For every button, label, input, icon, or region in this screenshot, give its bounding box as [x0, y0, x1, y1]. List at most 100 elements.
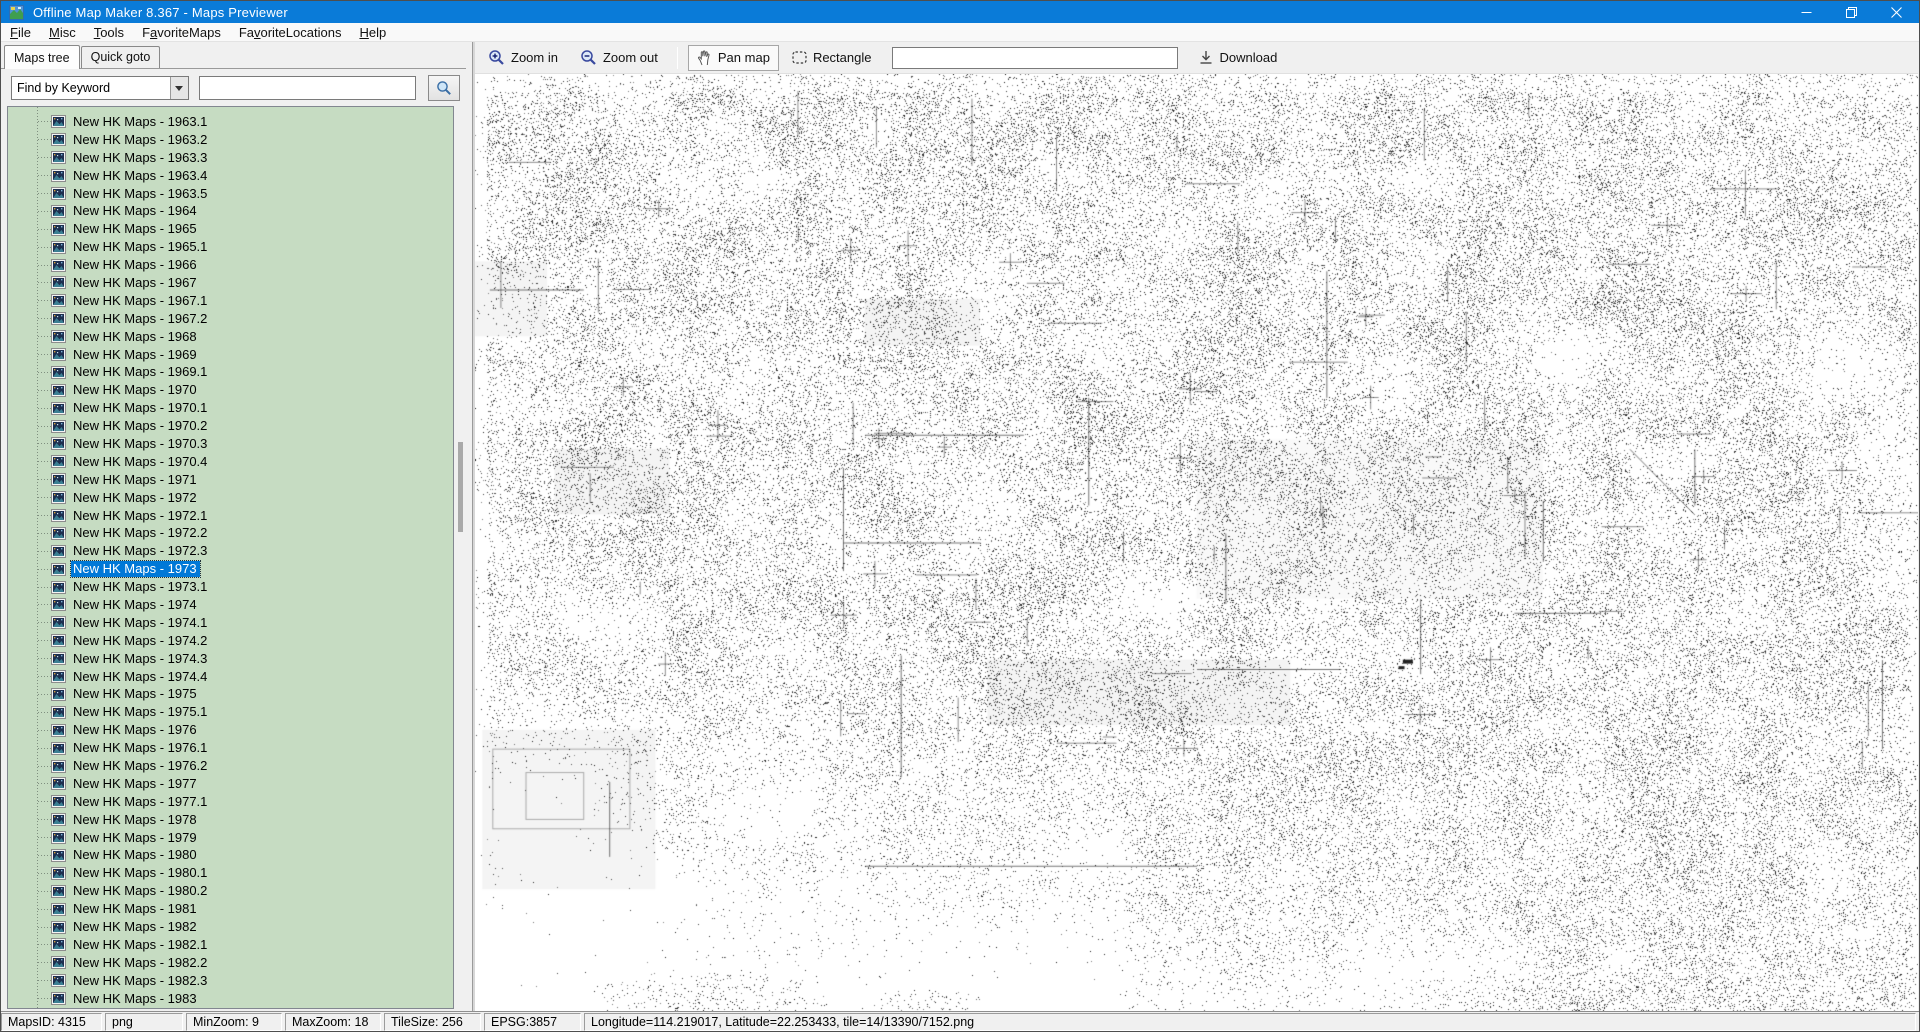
tree-item[interactable]: New HK Maps - 1963.3 — [8, 149, 453, 167]
tree-item[interactable]: New HK Maps - 1970.3 — [8, 435, 453, 453]
menu-favoritemaps[interactable]: FavoriteMaps — [133, 23, 230, 42]
tree-item[interactable]: New HK Maps - 1971 — [8, 471, 453, 489]
search-button[interactable] — [428, 75, 460, 101]
tree-item[interactable]: New HK Maps - 1978 — [8, 811, 453, 829]
tree-item[interactable]: New HK Maps - 1980.2 — [8, 882, 453, 900]
map-thumbnail-icon — [51, 724, 66, 737]
tree-item[interactable]: New HK Maps - 1979 — [8, 829, 453, 847]
map-view[interactable] — [475, 74, 1918, 1011]
tree-branch-line — [38, 211, 51, 212]
tree-item-label: New HK Maps - 1963.3 — [71, 150, 210, 166]
coordinate-input[interactable] — [892, 47, 1178, 69]
tree-item[interactable]: New HK Maps - 1974.4 — [8, 668, 453, 686]
tree-item[interactable]: New HK Maps - 1973 — [8, 560, 453, 578]
tree-scrollbar[interactable] — [458, 106, 463, 1007]
menu-help[interactable]: Help — [350, 23, 395, 42]
menu-file[interactable]: File — [1, 23, 40, 42]
keyword-input[interactable] — [199, 76, 417, 100]
map-thumbnail-icon — [51, 813, 66, 826]
tree-branch-line — [38, 944, 51, 945]
tree-item[interactable]: New HK Maps - 1970.4 — [8, 453, 453, 471]
tree-item[interactable]: New HK Maps - 1972.3 — [8, 542, 453, 560]
tree-item[interactable]: New HK Maps - 1982.3 — [8, 972, 453, 990]
tree-item[interactable]: New HK Maps - 1976.2 — [8, 757, 453, 775]
menu-misc[interactable]: Misc — [40, 23, 85, 42]
tree-item[interactable]: New HK Maps - 1967 — [8, 274, 453, 292]
tree-item[interactable]: New HK Maps - 1963.2 — [8, 131, 453, 149]
zoom-in-button[interactable]: Zoom in — [479, 44, 567, 71]
map-thumbnail-icon — [51, 795, 66, 808]
tree-item[interactable]: New HK Maps - 1975 — [8, 686, 453, 704]
dropdown-button[interactable] — [170, 77, 188, 99]
rectangle-button[interactable]: Rectangle — [783, 45, 881, 70]
map-thumbnail-icon — [51, 527, 66, 540]
close-button[interactable] — [1874, 1, 1919, 23]
tree-item[interactable]: New HK Maps - 1977.1 — [8, 793, 453, 811]
tree-item[interactable]: New HK Maps - 1982.2 — [8, 954, 453, 972]
map-canvas[interactable] — [475, 74, 1918, 1011]
tree-item-label: New HK Maps - 1964 — [71, 203, 200, 219]
tree-item[interactable]: New HK Maps - 1970 — [8, 381, 453, 399]
tree-item[interactable]: New HK Maps - 1969.1 — [8, 363, 453, 381]
tree-item[interactable]: New HK Maps - 1980 — [8, 847, 453, 865]
map-thumbnail-icon — [51, 706, 66, 719]
tree-item[interactable]: New HK Maps - 1965.1 — [8, 238, 453, 256]
tree-item[interactable]: New HK Maps - 1974 — [8, 596, 453, 614]
tree-item[interactable]: New HK Maps - 1980.1 — [8, 864, 453, 882]
tree-branch-line — [38, 479, 51, 480]
tree-item[interactable]: New HK Maps - 1968 — [8, 328, 453, 346]
tree-item[interactable]: New HK Maps - 1973.1 — [8, 578, 453, 596]
tab-quick-goto[interactable]: Quick goto — [81, 46, 161, 68]
menu-favoritelocations[interactable]: FavoriteLocations — [230, 23, 351, 42]
zoom-out-button[interactable]: Zoom out — [571, 44, 667, 71]
tree-item[interactable]: New HK Maps - 1970.2 — [8, 417, 453, 435]
tree-item[interactable]: New HK Maps - 1963.4 — [8, 167, 453, 185]
toolbar-separator — [677, 47, 678, 69]
map-thumbnail-icon — [51, 634, 66, 647]
tree-item-label: New HK Maps - 1969.1 — [71, 364, 210, 380]
tree-item[interactable]: New HK Maps - 1974.1 — [8, 614, 453, 632]
tree-item-label: New HK Maps - 1974 — [71, 597, 200, 613]
tree-item[interactable]: New HK Maps - 1967.2 — [8, 310, 453, 328]
tree-scrollbar-thumb[interactable] — [458, 442, 463, 532]
tree-item[interactable]: New HK Maps - 1964 — [8, 202, 453, 220]
map-thumbnail-icon — [51, 384, 66, 397]
tree-item[interactable]: New HK Maps - 1974.3 — [8, 650, 453, 668]
pan-map-button[interactable]: Pan map — [688, 45, 779, 71]
tree-branch-line — [38, 354, 51, 355]
find-mode-dropdown[interactable]: Find by Keyword — [11, 76, 189, 100]
tree-item[interactable]: New HK Maps - 1976.1 — [8, 739, 453, 757]
tree-item[interactable]: New HK Maps - 1972.1 — [8, 507, 453, 525]
tree-branch-line — [38, 909, 51, 910]
tree-item[interactable]: New HK Maps - 1974.2 — [8, 632, 453, 650]
tree-item[interactable]: New HK Maps - 1965 — [8, 220, 453, 238]
status-segment: Longitude=114.219017, Latitude=22.253433… — [584, 1013, 1916, 1031]
tree-item[interactable]: New HK Maps - 1981 — [8, 900, 453, 918]
tree-item[interactable]: New HK Maps - 1982 — [8, 918, 453, 936]
tree-item[interactable]: New HK Maps - 1983 — [8, 990, 453, 1008]
tree-item-label: New HK Maps - 1967.2 — [71, 311, 210, 327]
tree-item[interactable]: New HK Maps - 1963.1 — [8, 113, 453, 131]
tree-item[interactable]: New HK Maps - 1963.5 — [8, 185, 453, 203]
download-button[interactable]: Download — [1190, 45, 1286, 70]
tree-item-label: New HK Maps - 1968 — [71, 329, 200, 345]
tree-item[interactable]: New HK Maps - 1975.1 — [8, 703, 453, 721]
tree-item[interactable]: New HK Maps - 1972 — [8, 489, 453, 507]
status-segment: EPSG:3857 — [484, 1013, 581, 1031]
tree-item[interactable]: New HK Maps - 1966 — [8, 256, 453, 274]
tree-item[interactable]: New HK Maps - 1967.1 — [8, 292, 453, 310]
map-thumbnail-icon — [51, 974, 66, 987]
tab-maps-tree[interactable]: Maps tree — [4, 45, 80, 69]
tree-item[interactable]: New HK Maps - 1977 — [8, 775, 453, 793]
tree-item[interactable]: New HK Maps - 1970.1 — [8, 399, 453, 417]
tree-item[interactable]: New HK Maps - 1972.2 — [8, 524, 453, 542]
menu-tools[interactable]: Tools — [85, 23, 133, 42]
tree-item-label: New HK Maps - 1970.3 — [71, 436, 210, 452]
restore-button[interactable] — [1829, 1, 1874, 23]
tree-item-label: New HK Maps - 1975.1 — [71, 704, 210, 720]
tree-item[interactable]: New HK Maps - 1976 — [8, 721, 453, 739]
tree-branch-line — [38, 766, 51, 767]
tree-item[interactable]: New HK Maps - 1982.1 — [8, 936, 453, 954]
minimize-button[interactable] — [1784, 1, 1829, 23]
tree-item[interactable]: New HK Maps - 1969 — [8, 346, 453, 364]
